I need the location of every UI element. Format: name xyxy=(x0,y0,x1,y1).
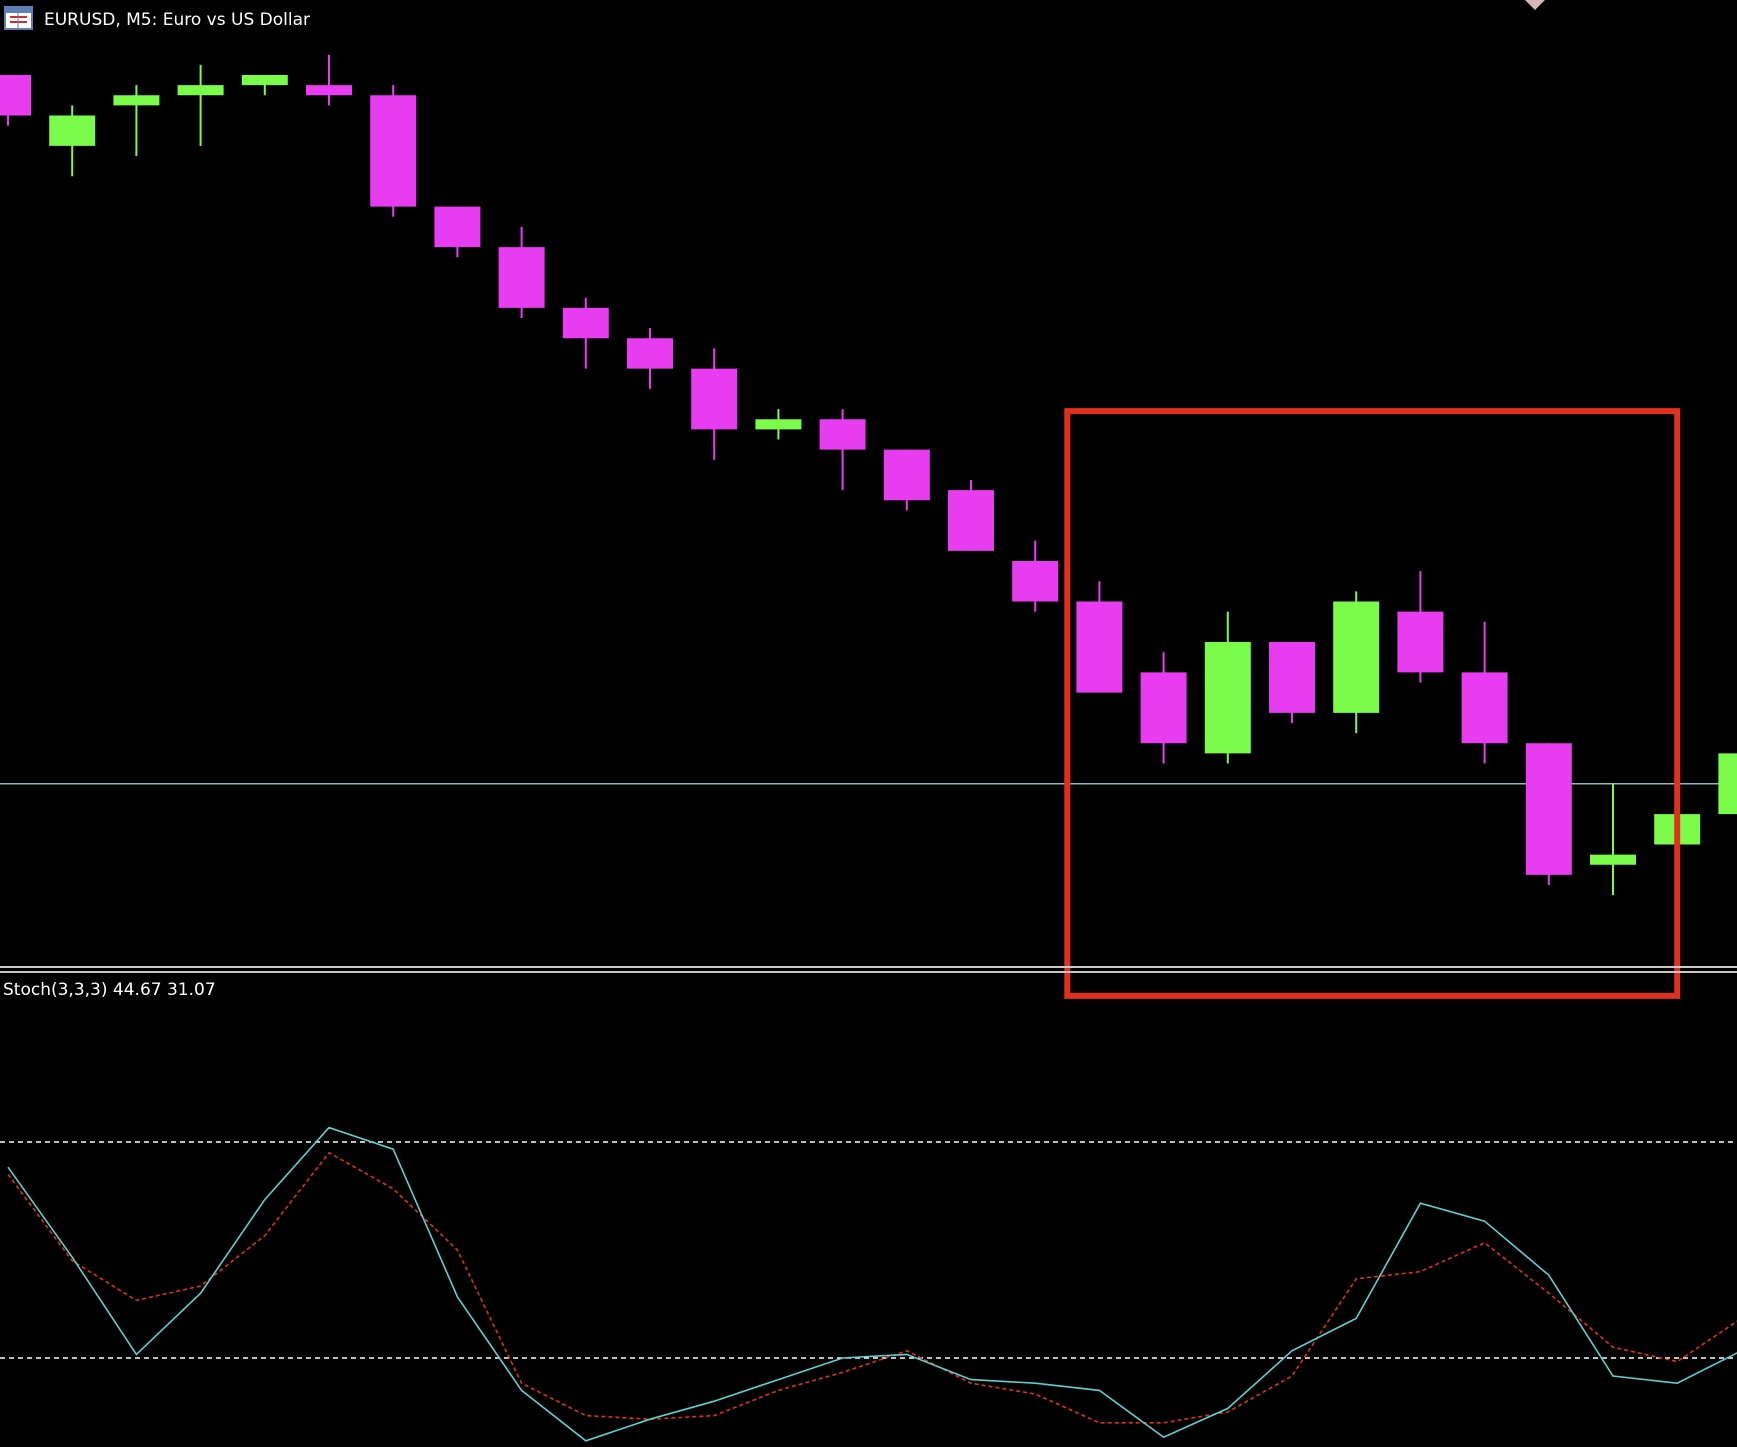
candle-body xyxy=(49,115,96,146)
candle[interactable] xyxy=(1269,642,1315,723)
candle-body xyxy=(1012,561,1059,602)
chart-canvas[interactable]: EURUSD, M5: Euro vs US Dollar Stoch(3,3,… xyxy=(0,0,1737,1447)
window-title: EURUSD, M5: Euro vs US Dollar xyxy=(4,6,310,30)
candle[interactable] xyxy=(948,480,994,551)
candle-body xyxy=(241,75,288,86)
candle-body xyxy=(177,85,224,96)
candle-body xyxy=(1204,642,1251,754)
candle-body xyxy=(1590,854,1636,865)
candle-body xyxy=(691,368,738,430)
symbol-title: EURUSD, M5: Euro vs US Dollar xyxy=(44,10,310,30)
candle-body xyxy=(306,85,352,96)
candle-body xyxy=(1333,601,1380,713)
candle-body xyxy=(113,95,160,106)
candle-body xyxy=(562,307,609,339)
candle-body xyxy=(370,95,417,207)
candle-body xyxy=(498,247,545,308)
candle-body xyxy=(883,449,930,501)
chart-window-icon xyxy=(4,6,33,30)
candle-body xyxy=(755,419,802,430)
indicator-label: Stoch(3,3,3) 44.67 31.07 xyxy=(3,980,216,1000)
candle-body xyxy=(1076,601,1123,693)
candle-body xyxy=(1397,611,1444,673)
candle-body xyxy=(1718,753,1737,815)
candle[interactable] xyxy=(1525,743,1572,885)
candle-body xyxy=(1269,642,1315,713)
candle-body xyxy=(0,75,31,116)
candle-body xyxy=(1140,672,1187,744)
candle-body xyxy=(1461,672,1508,744)
candle-body xyxy=(819,419,866,450)
candle-body xyxy=(627,338,673,369)
candle-body xyxy=(434,206,481,248)
candle[interactable] xyxy=(370,85,417,217)
candle-body xyxy=(948,490,994,551)
candle-body xyxy=(1525,743,1572,875)
candle[interactable] xyxy=(1333,591,1380,734)
